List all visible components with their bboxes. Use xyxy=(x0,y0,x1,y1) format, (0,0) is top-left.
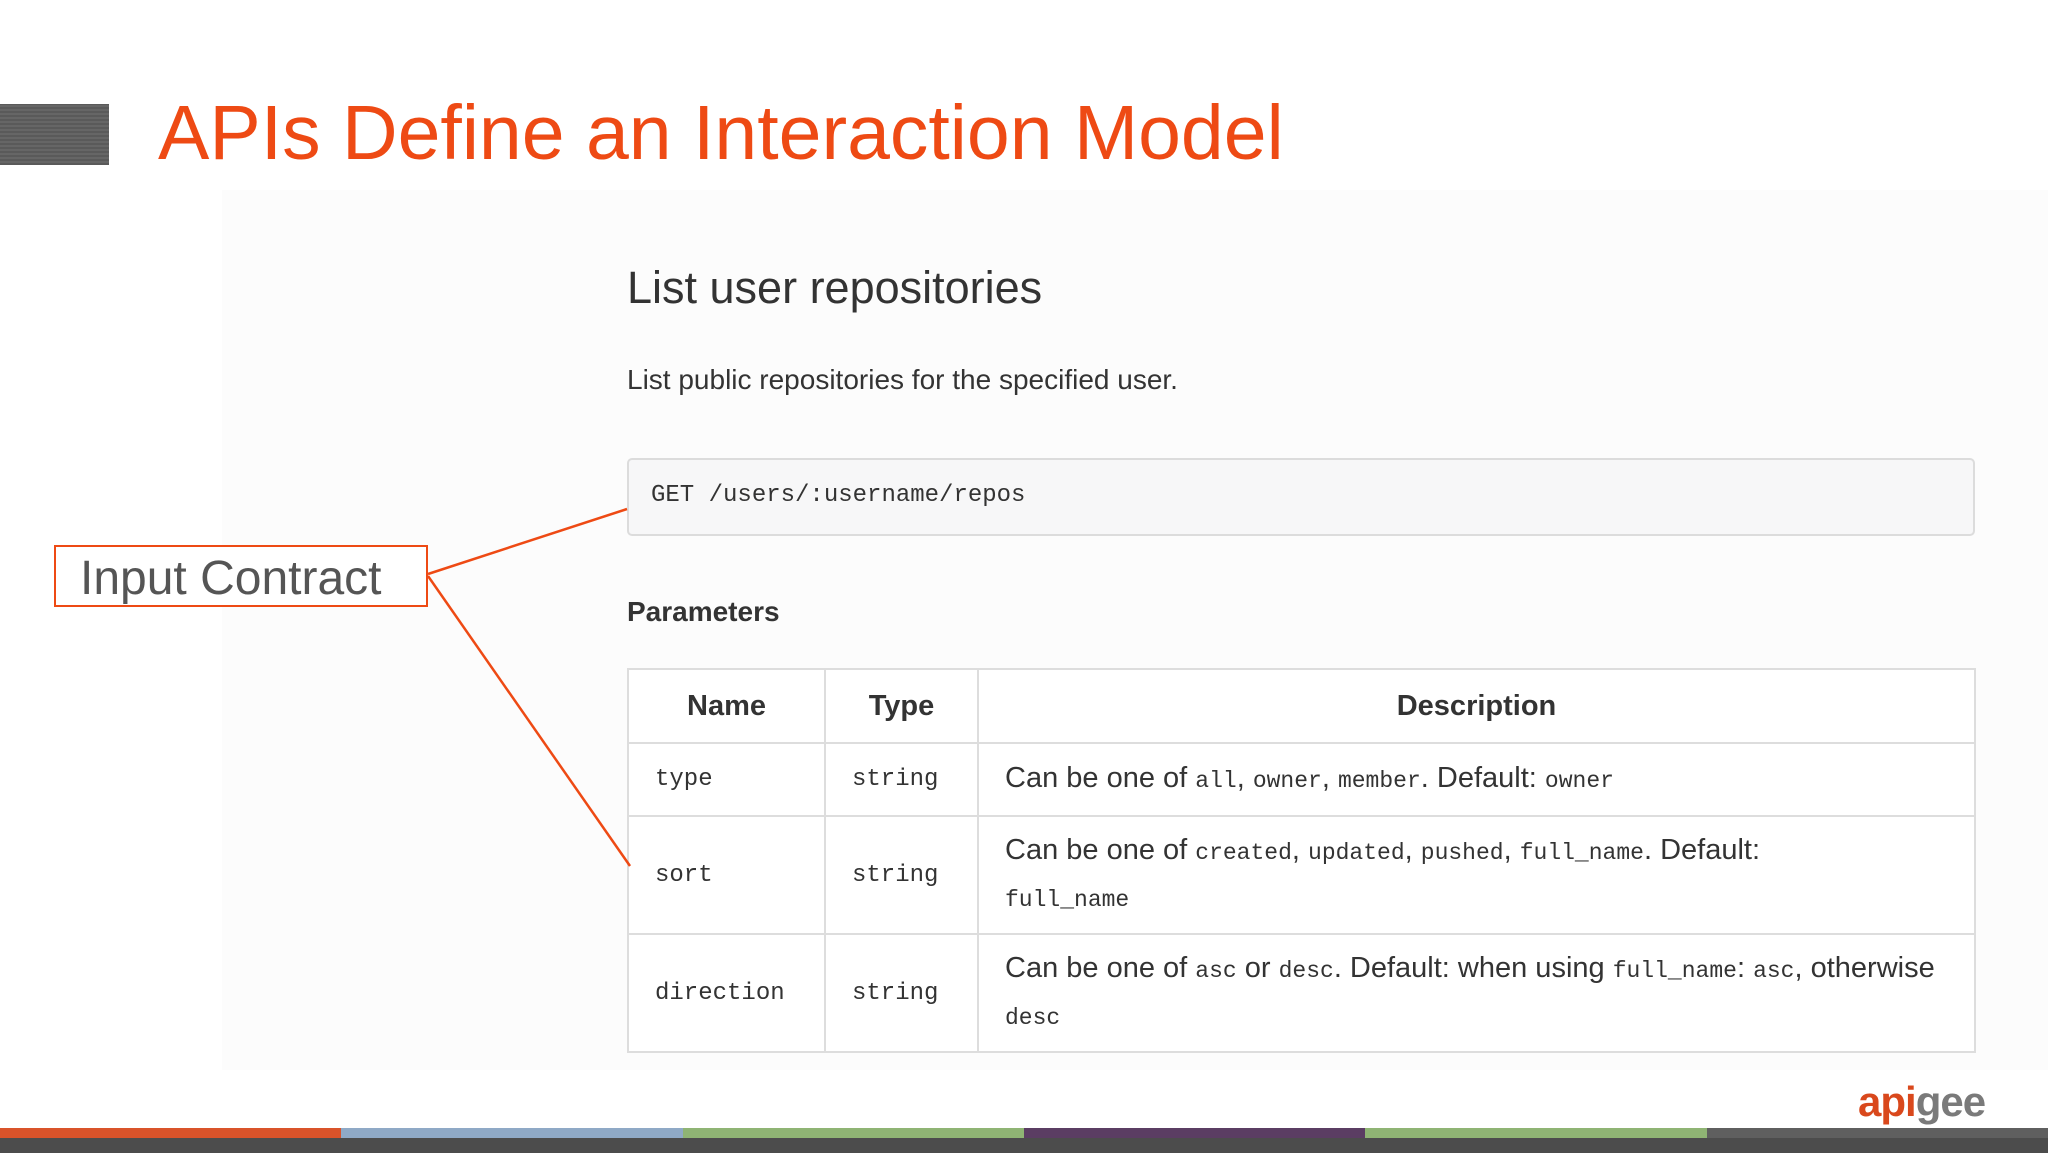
footer-stripe xyxy=(1023,1128,1366,1138)
param-type: string xyxy=(824,815,979,935)
param-name: sort xyxy=(627,815,826,935)
table-row: sort string Can be one of created, updat… xyxy=(627,815,1976,935)
parameters-table: Name Type Description type string Can be… xyxy=(627,668,1976,1053)
desc-code: asc xyxy=(1195,958,1237,984)
desc-code: full_name xyxy=(1612,958,1737,984)
desc-code: pushed xyxy=(1420,840,1504,866)
desc-text: , xyxy=(1503,834,1520,866)
param-description: Can be one of asc or desc. Default: when… xyxy=(977,933,1976,1053)
desc-code: all xyxy=(1195,768,1237,794)
desc-text: . Default: xyxy=(1420,762,1545,794)
param-type: string xyxy=(824,742,979,817)
input-contract-callout: Input Contract xyxy=(54,545,428,607)
desc-text: Can be one of xyxy=(1005,834,1196,866)
desc-text: Can be one of xyxy=(1005,762,1196,794)
desc-code: created xyxy=(1195,840,1292,866)
endpoint-text: GET /users/:username/repos xyxy=(651,482,1026,509)
table-row: direction string Can be one of asc or de… xyxy=(627,933,1976,1053)
desc-text: , xyxy=(1321,762,1338,794)
footer-bar xyxy=(0,1128,2048,1153)
slide-title: APIs Define an Interaction Model xyxy=(158,90,1284,176)
desc-code: owner xyxy=(1252,768,1322,794)
header-description: Description xyxy=(977,668,1976,744)
desc-code: owner xyxy=(1544,768,1614,794)
logo-prefix: api xyxy=(1858,1078,1917,1125)
desc-code: full_name xyxy=(1005,887,1130,913)
desc-text: : xyxy=(1736,952,1754,984)
desc-text: , xyxy=(1291,834,1309,866)
desc-code: full_name xyxy=(1519,840,1644,866)
desc-text: Can be one of xyxy=(1005,952,1196,984)
desc-text: . Default: xyxy=(1643,834,1761,866)
footer-stripe xyxy=(1365,1128,1707,1138)
footer-stripe xyxy=(0,1128,342,1138)
footer-stripe xyxy=(341,1128,683,1138)
parameters-heading: Parameters xyxy=(627,596,780,627)
param-name: type xyxy=(627,742,826,817)
desc-text: or xyxy=(1236,952,1279,984)
slide: APIs Define an Interaction Model List us… xyxy=(0,0,2048,1153)
desc-code: updated xyxy=(1308,840,1405,866)
endpoint-box: GET /users/:username/repos xyxy=(627,458,1975,536)
param-type: string xyxy=(824,933,979,1053)
table-row: type string Can be one of all, owner, me… xyxy=(627,742,1976,817)
title-accent-bar xyxy=(0,104,109,165)
desc-text: , otherwise xyxy=(1794,952,1935,984)
footer-stripe xyxy=(1706,1128,2048,1138)
header-type: Type xyxy=(824,668,979,744)
desc-text: , xyxy=(1404,834,1421,866)
table-header-row: Name Type Description xyxy=(627,668,1976,744)
desc-code: asc xyxy=(1753,958,1795,984)
footer-dark-band xyxy=(0,1138,2048,1153)
logo-rest: gee xyxy=(1915,1078,1986,1125)
doc-title: List user repositories xyxy=(627,262,1043,313)
doc-description: List public repositories for the specifi… xyxy=(627,364,1178,395)
desc-text: , xyxy=(1236,762,1253,794)
param-description: Can be one of all, owner, member. Defaul… xyxy=(977,742,1976,817)
footer-color-stripes xyxy=(0,1128,2048,1138)
header-name: Name xyxy=(627,668,826,744)
apigee-logo: apigee xyxy=(1858,1078,1986,1126)
desc-code: desc xyxy=(1278,958,1334,984)
desc-code: desc xyxy=(1005,1005,1061,1031)
desc-text: . Default: when using xyxy=(1333,952,1613,984)
footer-stripe xyxy=(682,1128,1024,1138)
callout-label: Input Contract xyxy=(80,552,382,605)
param-name: direction xyxy=(627,933,826,1053)
param-description: Can be one of created, updated, pushed, … xyxy=(977,815,1976,935)
desc-code: member xyxy=(1337,768,1421,794)
